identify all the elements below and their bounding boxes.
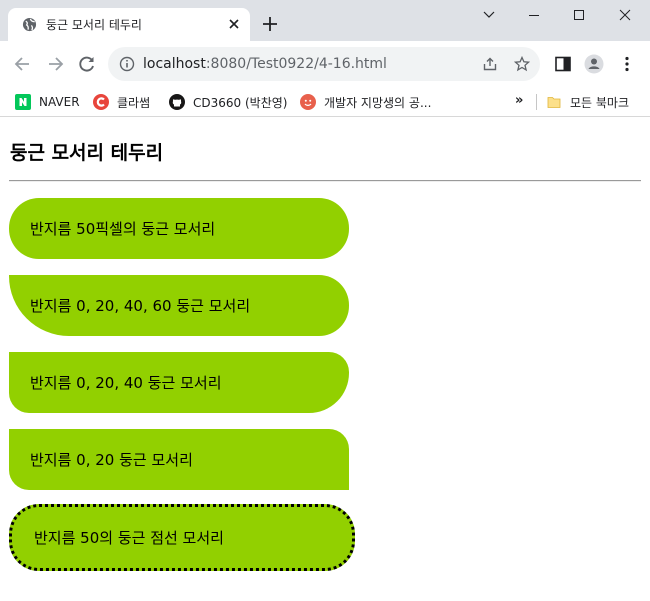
url-path: :8080/Test0922/4-16.html	[205, 56, 387, 72]
rounded-dotted-box-50: 반지름 50의 둥근 점선 모서리	[9, 504, 355, 571]
box-label: 반지름 0, 20, 40 둥근 모서리	[30, 374, 222, 392]
forward-icon[interactable]	[45, 54, 65, 74]
box-label: 반지름 50픽셀의 둥근 모서리	[30, 220, 216, 238]
bookmarks-divider	[536, 94, 537, 110]
minimize-icon[interactable]	[527, 8, 541, 22]
active-tab[interactable]: 둥근 모서리 테두리	[8, 8, 250, 41]
new-tab-icon[interactable]	[262, 16, 278, 32]
page-heading: 둥근 모서리 테두리	[10, 142, 164, 164]
folder-icon	[547, 97, 561, 108]
classum-icon	[93, 94, 109, 110]
reload-icon[interactable]	[77, 54, 97, 74]
tab-title: 둥근 모서리 테두리	[46, 18, 142, 32]
tab-close-icon[interactable]	[227, 17, 241, 31]
chevron-down-icon[interactable]	[482, 8, 496, 22]
bookmark-classum[interactable]: 클라썸	[93, 91, 150, 113]
bookmark-blog[interactable]: 개발자 지망생의 공...	[300, 91, 431, 113]
share-icon[interactable]	[482, 56, 498, 72]
bookmark-naver[interactable]: NAVER	[15, 91, 80, 113]
star-icon[interactable]	[514, 56, 530, 72]
rounded-box-0-20-40-60: 반지름 0, 20, 40, 60 둥근 모서리	[9, 275, 349, 336]
box-label: 반지름 50의 둥근 점선 모서리	[34, 529, 224, 547]
url-host: localhost	[143, 56, 206, 72]
all-bookmarks-folder[interactable]: 모든 북마크	[546, 91, 629, 113]
bookmarks-bar: NAVER 클라썸 CD3660 (박찬영) 개발자 지망생의 공... » 모…	[0, 87, 650, 117]
bookmarks-overflow-button[interactable]: »	[515, 93, 523, 108]
page-content: 둥근 모서리 테두리 반지름 50픽셀의 둥근 모서리 반지름 0, 20, 4…	[0, 118, 650, 601]
window-close-icon[interactable]	[618, 8, 632, 22]
rounded-box-0-20: 반지름 0, 20 둥근 모서리	[9, 429, 349, 490]
box-label: 반지름 0, 20 둥근 모서리	[30, 451, 193, 469]
site-info-icon[interactable]	[119, 56, 135, 72]
url-text: localhost:8080/Test0922/4-16.html	[143, 56, 387, 72]
browser-toolbar: localhost:8080/Test0922/4-16.html	[0, 41, 650, 87]
globe-icon	[22, 17, 37, 32]
side-panel-icon[interactable]	[553, 54, 573, 74]
naver-icon	[15, 94, 31, 110]
profile-avatar-icon[interactable]	[584, 54, 604, 74]
back-icon[interactable]	[13, 54, 33, 74]
bookmark-github[interactable]: CD3660 (박찬영)	[169, 91, 287, 113]
horizontal-rule	[9, 180, 641, 182]
title-bar: 둥근 모서리 테두리	[0, 0, 650, 41]
github-icon	[169, 94, 185, 110]
box-label: 반지름 0, 20, 40, 60 둥근 모서리	[30, 297, 251, 315]
rounded-box-0-20-40: 반지름 0, 20, 40 둥근 모서리	[9, 352, 349, 413]
blog-icon	[300, 94, 316, 110]
kebab-menu-icon[interactable]	[617, 54, 637, 74]
maximize-icon[interactable]	[572, 8, 586, 22]
rounded-box-50px: 반지름 50픽셀의 둥근 모서리	[9, 198, 349, 259]
address-bar[interactable]: localhost:8080/Test0922/4-16.html	[108, 47, 540, 81]
